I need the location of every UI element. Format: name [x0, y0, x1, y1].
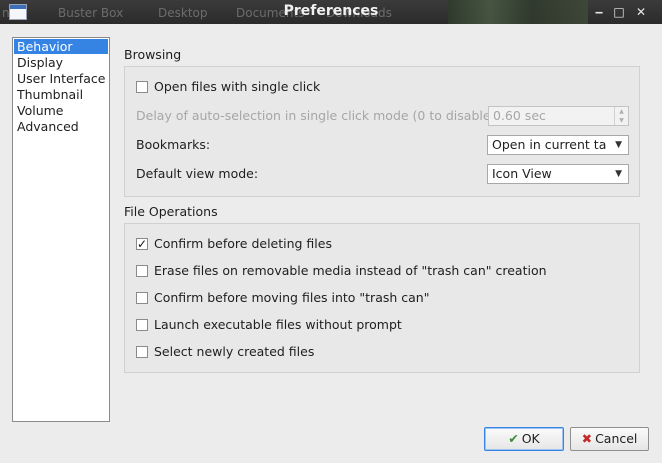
bookmarks-value: Open in current tab	[492, 137, 606, 152]
sidebar-item-advanced[interactable]: Advanced	[14, 119, 108, 134]
close-icon[interactable]: ✕	[632, 3, 650, 21]
confirm-trash-label: Confirm before moving files into "trash …	[154, 290, 430, 305]
view-mode-value: Icon View	[492, 166, 552, 181]
file-operations-group-title: File Operations	[124, 204, 218, 219]
maximize-icon[interactable]: □	[610, 3, 628, 21]
erase-removable-checkbox[interactable]	[136, 265, 148, 277]
sidebar-item-display[interactable]: Display	[14, 55, 108, 70]
launch-executable-option[interactable]: Launch executable files without prompt	[136, 317, 402, 333]
view-mode-combobox[interactable]: Icon View ▼	[487, 164, 629, 184]
chevron-down-icon: ▼	[615, 140, 622, 150]
launch-executable-label: Launch executable files without prompt	[154, 317, 402, 332]
browsing-group: Open files with single click Delay of au…	[124, 66, 640, 197]
confirm-delete-checkbox[interactable]	[136, 236, 148, 252]
select-new-files-label: Select newly created files	[154, 344, 315, 359]
launch-executable-checkbox[interactable]	[136, 319, 148, 331]
cancel-button[interactable]: ✖ Cancel	[570, 427, 649, 451]
view-mode-label: Default view mode:	[136, 166, 259, 181]
single-click-label: Open files with single click	[154, 79, 321, 94]
ok-button[interactable]: ✔ OK	[484, 427, 564, 451]
confirm-trash-checkbox[interactable]	[136, 292, 148, 304]
window-title: Preferences	[283, 3, 379, 19]
title-bar[interactable]: n Buster Box Desktop Documents Downloads…	[0, 0, 662, 24]
select-new-files-option[interactable]: Select newly created files	[136, 344, 314, 360]
confirm-delete-label: Confirm before deleting files	[154, 236, 332, 251]
bookmarks-label: Bookmarks:	[136, 137, 211, 152]
erase-removable-label: Erase files on removable media instead o…	[154, 263, 547, 278]
confirm-trash-option[interactable]: Confirm before moving files into "trash …	[136, 290, 429, 306]
browsing-group-title: Browsing	[124, 47, 182, 62]
file-operations-group: Confirm before deleting files Erase file…	[124, 223, 640, 373]
category-list[interactable]: Behavior Display User Interface Thumbnai…	[12, 37, 110, 422]
minimize-icon[interactable]: ‒	[590, 3, 608, 21]
sidebar-item-user-interface[interactable]: User Interface	[14, 71, 108, 86]
spin-arrows-icon: ▲ ▼	[614, 107, 628, 125]
sidebar-item-behavior[interactable]: Behavior	[14, 39, 108, 54]
cancel-button-label: Cancel	[595, 431, 638, 446]
chevron-down-icon: ▼	[615, 169, 622, 179]
confirm-delete-option[interactable]: Confirm before deleting files	[136, 236, 332, 252]
checkmark-icon: ✔	[508, 431, 519, 446]
single-click-option[interactable]: Open files with single click	[136, 79, 320, 95]
bookmarks-combobox[interactable]: Open in current tab ▼	[487, 135, 629, 155]
delay-value: 0.60 sec	[493, 108, 546, 123]
sidebar-item-thumbnail[interactable]: Thumbnail	[14, 87, 108, 102]
single-click-checkbox[interactable]	[136, 81, 148, 93]
delay-spinbox: 0.60 sec ▲ ▼	[488, 106, 629, 126]
ok-button-label: OK	[521, 431, 540, 446]
select-new-files-checkbox[interactable]	[136, 346, 148, 358]
x-icon: ✖	[581, 431, 593, 446]
delay-label: Delay of auto-selection in single click …	[136, 108, 496, 123]
erase-removable-option[interactable]: Erase files on removable media instead o…	[136, 263, 547, 279]
sidebar-item-volume[interactable]: Volume	[14, 103, 108, 118]
